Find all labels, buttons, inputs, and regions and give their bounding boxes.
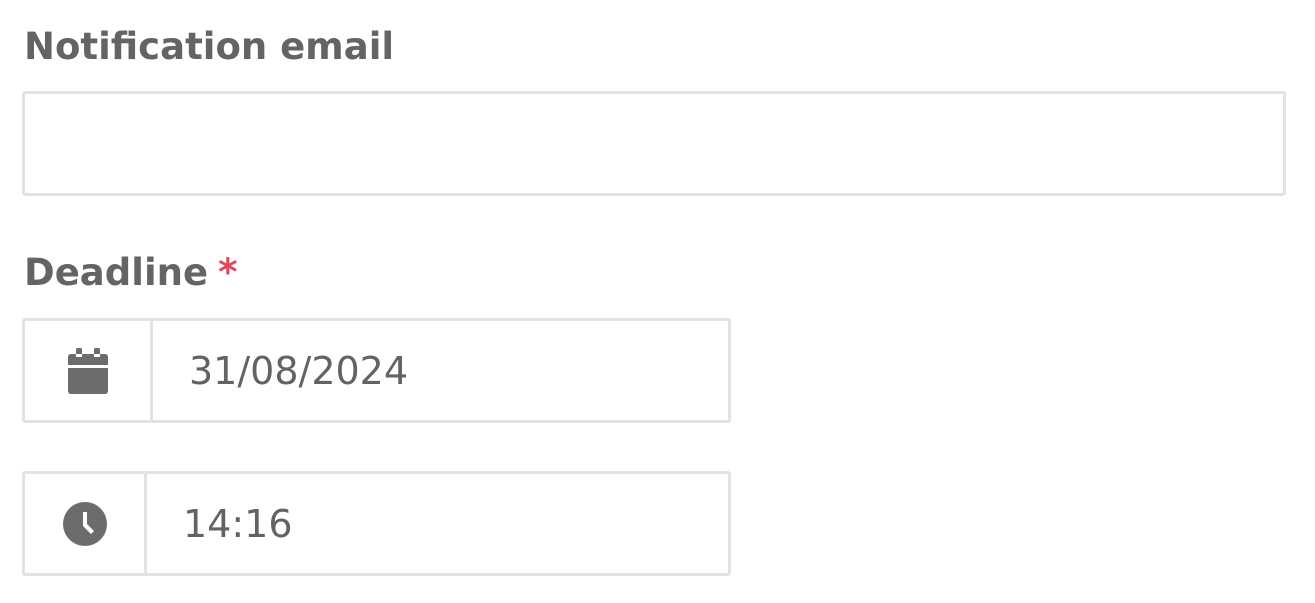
calendar-icon bbox=[67, 347, 108, 394]
deadline-time-group bbox=[22, 471, 731, 576]
deadline-label: Deadline * bbox=[24, 251, 237, 295]
time-addon[interactable] bbox=[25, 474, 147, 573]
deadline-label-text: Deadline bbox=[24, 251, 209, 294]
required-asterisk: * bbox=[218, 251, 238, 294]
deadline-date-group bbox=[22, 318, 731, 423]
deadline-date-input[interactable] bbox=[153, 321, 728, 420]
notification-email-input[interactable] bbox=[22, 91, 1286, 196]
notification-email-label: Notification email bbox=[24, 25, 394, 69]
date-addon[interactable] bbox=[25, 321, 153, 420]
deadline-time-input[interactable] bbox=[147, 474, 728, 573]
clock-icon bbox=[62, 501, 107, 546]
notification-email-label-text: Notification email bbox=[24, 25, 395, 68]
